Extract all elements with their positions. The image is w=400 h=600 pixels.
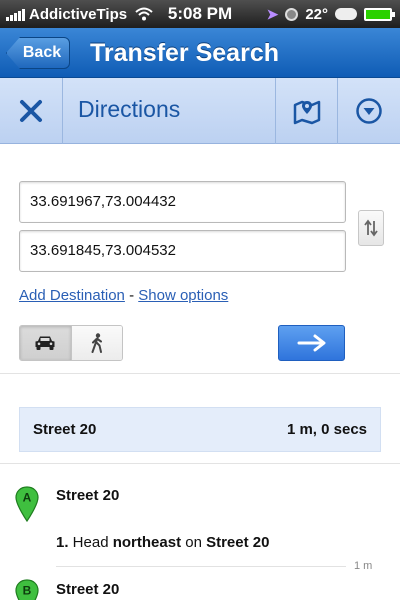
destination-input[interactable]: 33.691845,73.004532 xyxy=(19,230,346,272)
directions-title: Directions xyxy=(78,96,181,122)
chevron-down-circle-icon xyxy=(356,98,382,124)
walk-icon xyxy=(91,333,102,353)
battery-icon xyxy=(364,7,395,21)
map-button[interactable] xyxy=(275,78,337,144)
start-place-name: Street 20 xyxy=(56,487,120,504)
step-instruction[interactable]: 1. Head northeast on Street 20 xyxy=(56,534,269,551)
step-number: 1. xyxy=(56,534,69,551)
temperature: 22° xyxy=(305,5,328,23)
menu-button[interactable] xyxy=(337,78,400,144)
route-links: Add Destination - Show options xyxy=(19,287,228,304)
get-directions-button[interactable] xyxy=(278,325,345,361)
lock-rotation-icon xyxy=(285,7,299,21)
swap-arrows-icon xyxy=(364,219,378,237)
marker-a-label: A xyxy=(23,491,32,505)
travel-mode-toggle xyxy=(19,325,123,361)
step-prefix: Head xyxy=(68,534,113,551)
directions-header: Directions xyxy=(0,78,400,144)
step-street: Street 20 xyxy=(206,534,270,551)
close-icon xyxy=(20,100,42,122)
step-direction: northeast xyxy=(112,534,182,551)
location-arrow-icon: ➤ xyxy=(266,5,279,22)
show-options-link[interactable]: Show options xyxy=(138,287,228,304)
end-place-name: Street 20 xyxy=(56,581,120,598)
walking-mode-button[interactable] xyxy=(71,326,122,360)
marker-b-icon: B xyxy=(15,579,39,600)
map-pin-icon xyxy=(293,100,320,125)
marker-b-label: B xyxy=(23,584,32,598)
add-destination-link[interactable]: Add Destination xyxy=(19,287,125,304)
marker-a-icon: A xyxy=(15,486,39,522)
origin-input[interactable]: 33.691967,73.004432 xyxy=(19,181,346,223)
cloud-icon xyxy=(335,8,357,20)
step-middle: on xyxy=(181,534,207,551)
route-summary[interactable]: Street 20 1 m, 0 secs xyxy=(19,407,381,452)
route-duration: 1 m, 0 secs xyxy=(286,421,367,438)
back-button[interactable]: Back xyxy=(6,37,70,69)
status-right: ➤ 22° xyxy=(266,0,395,28)
divider xyxy=(0,373,400,374)
page-title: Transfer Search xyxy=(90,39,279,67)
step-distance-line xyxy=(56,566,346,567)
status-bar: AddictiveTips 5:08 PM ➤ 22° xyxy=(0,0,400,28)
arrow-right-icon xyxy=(297,334,325,352)
navigation-bar: Back Transfer Search xyxy=(0,28,400,78)
route-name: Street 20 xyxy=(33,421,97,438)
swap-button[interactable] xyxy=(358,210,384,246)
link-separator: - xyxy=(124,287,139,304)
divider xyxy=(0,463,400,464)
car-icon xyxy=(35,336,55,350)
driving-mode-button[interactable] xyxy=(20,326,72,360)
step-distance: 1 m xyxy=(354,560,373,572)
close-button[interactable] xyxy=(0,78,63,144)
